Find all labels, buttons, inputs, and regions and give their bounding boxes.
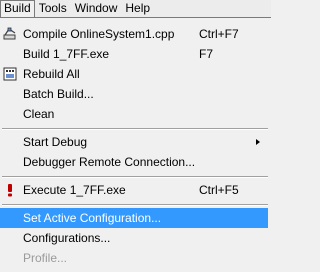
menu-item-label: Profile... xyxy=(23,251,68,265)
menu-item-profile: Profile... xyxy=(0,248,268,268)
menu-item-label: Set Active Configuration... xyxy=(23,211,162,225)
menu-item-shortcut: Ctrl+F5 xyxy=(199,183,239,197)
menu-item-label: Rebuild All xyxy=(23,67,80,81)
exclamation-icon xyxy=(3,183,17,197)
menu-item-label: Execute 1_7FF.exe xyxy=(23,183,126,197)
menu-item-debugger-remote-connection[interactable]: Debugger Remote Connection... xyxy=(0,152,268,172)
build-dropdown: Compile OnlineSystem1.cpp Ctrl+F7 Build … xyxy=(0,17,271,272)
menu-separator xyxy=(2,128,268,130)
menu-item-label: Debugger Remote Connection... xyxy=(23,155,196,169)
menu-item-label: Clean xyxy=(23,107,55,121)
menu-separator xyxy=(2,204,268,206)
menu-item-batch-build[interactable]: Batch Build... xyxy=(0,84,268,104)
menu-tools[interactable]: Tools xyxy=(35,0,71,17)
menu-item-set-active-configuration[interactable]: Set Active Configuration... xyxy=(0,208,268,228)
menu-item-rebuild-all[interactable]: Rebuild All xyxy=(0,64,268,84)
menu-item-label: Start Debug xyxy=(23,135,88,149)
menu-build[interactable]: Build xyxy=(0,0,35,17)
menu-separator xyxy=(2,176,268,178)
menu-item-compile[interactable]: Compile OnlineSystem1.cpp Ctrl+F7 xyxy=(0,24,268,44)
menu-item-clean[interactable]: Clean xyxy=(0,104,268,124)
menu-item-label: Compile OnlineSystem1.cpp xyxy=(23,27,175,41)
compile-icon xyxy=(3,27,17,41)
menu-item-start-debug[interactable]: Start Debug xyxy=(0,132,268,152)
submenu-arrow-icon xyxy=(256,139,260,145)
menu-item-shortcut: F7 xyxy=(199,47,214,61)
menu-bar: Build Tools Window Help xyxy=(0,0,271,17)
menu-item-execute[interactable]: Execute 1_7FF.exe Ctrl+F5 xyxy=(0,180,268,200)
menu-item-label: Batch Build... xyxy=(23,87,94,101)
menu-item-label: Build 1_7FF.exe xyxy=(23,47,110,61)
menu-item-shortcut: Ctrl+F7 xyxy=(199,27,239,41)
rebuild-icon xyxy=(3,67,17,81)
menu-item-label: Configurations... xyxy=(23,231,111,245)
menu-window[interactable]: Window xyxy=(71,0,122,17)
menu-help[interactable]: Help xyxy=(121,0,154,17)
menu-item-configurations[interactable]: Configurations... xyxy=(0,228,268,248)
menu-item-build[interactable]: Build 1_7FF.exe F7 xyxy=(0,44,268,64)
